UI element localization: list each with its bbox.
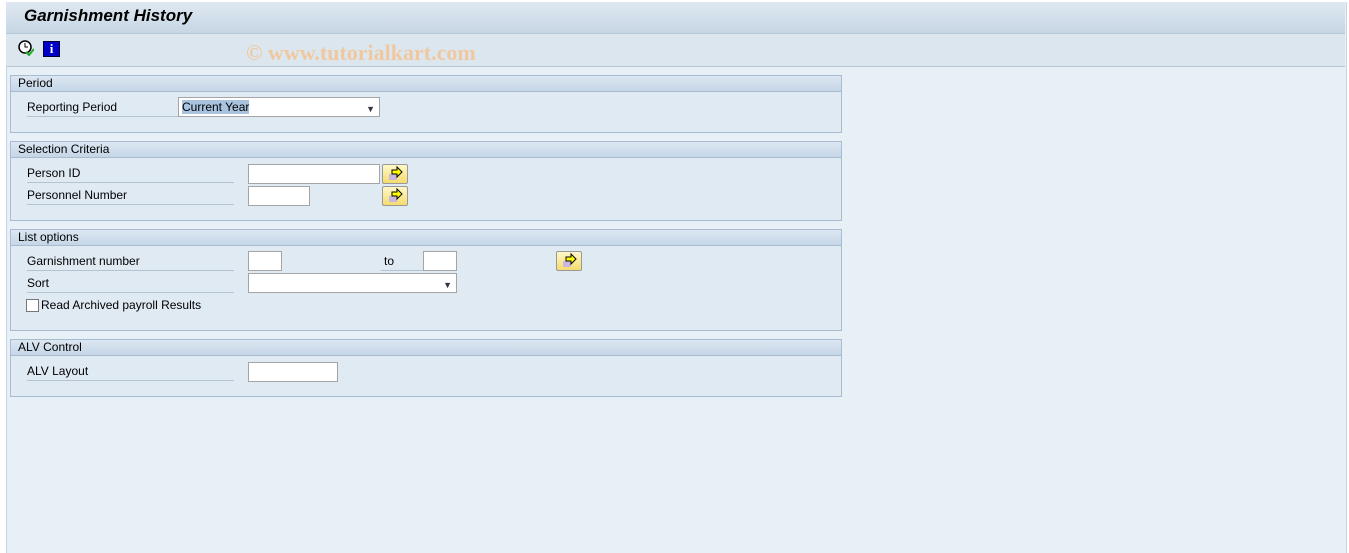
garnishment-to-input[interactable] [423, 251, 457, 271]
toolbar [6, 34, 1345, 67]
reporting-period-select[interactable]: Current Year ▼ [178, 97, 380, 117]
personnel-number-input[interactable] [248, 186, 310, 206]
info-icon[interactable]: i [43, 41, 60, 57]
group-period: Period Reporting Period Current Year ▼ [10, 75, 842, 133]
read-archived-checkbox[interactable] [26, 299, 39, 312]
arrow-right-icon [389, 187, 403, 202]
group-selection-criteria: Selection Criteria Person ID Personnel N… [10, 141, 842, 221]
group-header: ALV Control [11, 340, 841, 356]
garnishment-from-input[interactable] [248, 251, 282, 271]
to-label: to [381, 253, 426, 271]
person-id-label: Person ID [27, 165, 234, 183]
group-header: Selection Criteria [11, 142, 841, 158]
group-header: List options [11, 230, 841, 246]
group-list-options: List options Garnishment number to Sort … [10, 229, 842, 331]
group-alv-control: ALV Control ALV Layout [10, 339, 842, 397]
personnel-number-label: Personnel Number [27, 187, 234, 205]
watermark: © www.tutorialkart.com [246, 40, 476, 65]
read-archived-label: Read Archived payroll Results [41, 298, 202, 312]
multiple-selection-button[interactable] [382, 186, 408, 206]
arrow-right-icon [389, 165, 403, 180]
multiple-selection-button[interactable] [382, 164, 408, 184]
selected-value: Current Year [182, 100, 250, 114]
execute-clock-icon[interactable] [18, 40, 35, 57]
page-title: Garnishment History [24, 6, 193, 25]
alv-layout-input[interactable] [248, 362, 338, 382]
chevron-down-icon: ▼ [366, 104, 375, 114]
title-bar [6, 2, 1345, 34]
person-id-input[interactable] [248, 164, 380, 184]
group-header: Period [11, 76, 841, 92]
alv-layout-label: ALV Layout [27, 363, 234, 381]
sort-select[interactable]: ▼ [248, 273, 457, 293]
multiple-selection-button[interactable] [556, 251, 582, 271]
sort-label: Sort [27, 275, 234, 293]
chevron-down-icon: ▼ [443, 280, 452, 290]
garnishment-number-label: Garnishment number [27, 253, 234, 271]
arrow-right-icon [563, 252, 577, 267]
